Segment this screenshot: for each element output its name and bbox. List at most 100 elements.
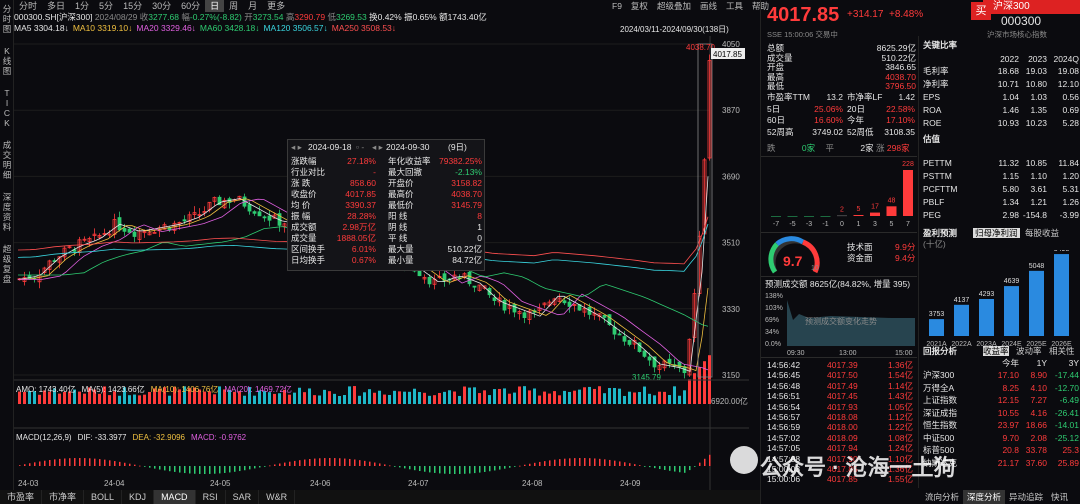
toolbar-3[interactable]: 画线	[700, 1, 717, 11]
return-row: 10.55	[997, 407, 1019, 418]
analysis-tab-2[interactable]: 异动追踪	[1005, 490, 1047, 504]
period-0[interactable]: 分时	[14, 0, 42, 12]
macd-bar	[674, 466, 676, 472]
dist-label: -5	[789, 221, 795, 228]
earnings-value: 4293	[979, 291, 995, 298]
return-row: 8.90	[1030, 370, 1047, 380]
ma-ma120: MA120 3506.57↓	[263, 23, 328, 33]
return-col-header: 1Y	[1036, 358, 1047, 368]
sidebar-view-0[interactable]: 分时图	[0, 4, 14, 34]
volume-bar	[308, 388, 311, 404]
ratio-row: 10.71	[997, 79, 1019, 89]
ratio-row: 18.68	[997, 66, 1019, 76]
candle-body	[267, 215, 272, 221]
volume-bar	[348, 386, 351, 404]
stat2-label: 60日	[767, 115, 785, 125]
return-tab-1[interactable]: 波动率	[1016, 346, 1042, 356]
period-8[interactable]: 周	[224, 0, 243, 12]
range-start[interactable]: 2024-09-18	[308, 142, 351, 153]
macd-bar	[264, 466, 266, 467]
macd-bar	[229, 466, 231, 473]
indicator-tab-0[interactable]: 市盈率	[0, 490, 43, 504]
macd-bar	[224, 466, 226, 473]
return-tab-0[interactable]: 收益率	[983, 346, 1009, 356]
analysis-tab-1[interactable]: 深度分析	[963, 490, 1006, 504]
macd-bar	[559, 459, 561, 466]
candle-body	[182, 219, 187, 222]
period-2[interactable]: 1分	[70, 0, 94, 12]
macd-bar	[24, 464, 26, 466]
analysis-tab-0[interactable]: 流向分析	[921, 490, 963, 504]
macd-bar	[499, 466, 501, 470]
sidebar-view-2[interactable]: TICK	[0, 88, 14, 128]
earnings-bar	[954, 304, 969, 336]
volume-bar	[118, 395, 121, 404]
macd-bar	[169, 466, 171, 472]
ratio-title: 关键比率	[923, 40, 958, 50]
indicator-tab-4[interactable]: MACD	[154, 490, 196, 504]
indicator-tab-6[interactable]: SAR	[226, 490, 260, 504]
toolbar-2[interactable]: 超级叠加	[657, 1, 691, 11]
return-tab-2[interactable]: 相关性	[1049, 346, 1075, 356]
period-6[interactable]: 60分	[176, 0, 205, 12]
toolbar-4[interactable]: 工具	[726, 1, 743, 11]
period-9[interactable]: 月	[243, 0, 262, 12]
buy-button[interactable]: 买	[971, 2, 991, 20]
candle-body	[257, 211, 262, 217]
forecast-tab-1[interactable]: 每股收益	[1023, 228, 1061, 238]
sidebar-view-4[interactable]: 深度资料	[0, 192, 14, 232]
open-value: 3273.54	[252, 12, 284, 22]
macd-bar	[709, 454, 711, 466]
valuation-row: -154.8	[1022, 210, 1047, 220]
volume-bar	[353, 386, 356, 404]
indicator-tab-7[interactable]: W&R	[259, 490, 296, 504]
macd-bar	[64, 458, 66, 466]
macd-bar	[594, 458, 596, 466]
fund-value: 9.4分	[895, 253, 916, 263]
stat2-label: 52周低	[847, 126, 874, 137]
tick-amount: 1.43亿	[887, 391, 913, 402]
indicator-tab-1[interactable]: 市净率	[42, 490, 85, 504]
volume-bar	[428, 395, 431, 404]
macd-bar	[204, 466, 206, 474]
macd-bar	[49, 459, 51, 466]
toolbar-1[interactable]: 复权	[631, 1, 648, 11]
macd-bar	[294, 460, 296, 466]
return-row: 2.08	[1030, 432, 1047, 443]
macd-bar	[259, 466, 261, 468]
indicator-tab-5[interactable]: RSI	[196, 490, 226, 504]
close-label: 收	[139, 12, 149, 22]
return-row: -12.70	[1054, 382, 1079, 393]
analysis-tab-3[interactable]: 快讯	[1047, 490, 1072, 504]
indicator-tab-3[interactable]: KDJ	[122, 490, 155, 504]
candle-body	[642, 350, 647, 357]
sidebar-view-3[interactable]: 成交明细	[0, 140, 14, 180]
period-3[interactable]: 5分	[94, 0, 118, 12]
dist-label: -3	[806, 221, 812, 228]
macd-bar	[289, 461, 291, 466]
period-1[interactable]: 多日	[42, 0, 70, 12]
volume-bar	[98, 393, 101, 404]
dist-bar	[787, 216, 798, 217]
macd-bar	[329, 458, 331, 466]
indicator-tab-2[interactable]: BOLL	[84, 490, 123, 504]
quote-line: 000300.SH[沪深300] 2024/08/29 收3277.68 幅-0…	[14, 12, 487, 23]
earnings-bar-chart: 37532021A41372022A42932023A46392024E5048…	[926, 250, 1072, 348]
forecast-tab-0[interactable]: 归母净利润	[973, 228, 1020, 238]
return-row: 25.89	[1057, 457, 1079, 468]
sidebar-view-1[interactable]: K线图	[0, 46, 14, 76]
period-4[interactable]: 15分	[118, 0, 147, 12]
macd-bar	[89, 458, 91, 466]
period-10[interactable]: 更多	[262, 0, 290, 12]
macd-bar	[109, 460, 111, 466]
sidebar-view-5[interactable]: 超级复盘	[0, 244, 14, 284]
macd-bar	[404, 466, 406, 469]
range-end[interactable]: 2024-09-30	[386, 142, 429, 153]
volume-bar	[458, 395, 461, 404]
period-5[interactable]: 30分	[147, 0, 176, 12]
toolbar-0[interactable]: F9	[612, 1, 622, 11]
range-stat-row: 成交额 2.98万亿阴 线1	[291, 222, 482, 232]
period-7[interactable]: 日	[205, 0, 225, 12]
range-stats-popup[interactable]: ◂ ▸ 2024-09-18 ▫ - ◂ ▸ 2024-09-30 (9日) 涨…	[287, 139, 485, 271]
volume-bar	[313, 395, 316, 404]
